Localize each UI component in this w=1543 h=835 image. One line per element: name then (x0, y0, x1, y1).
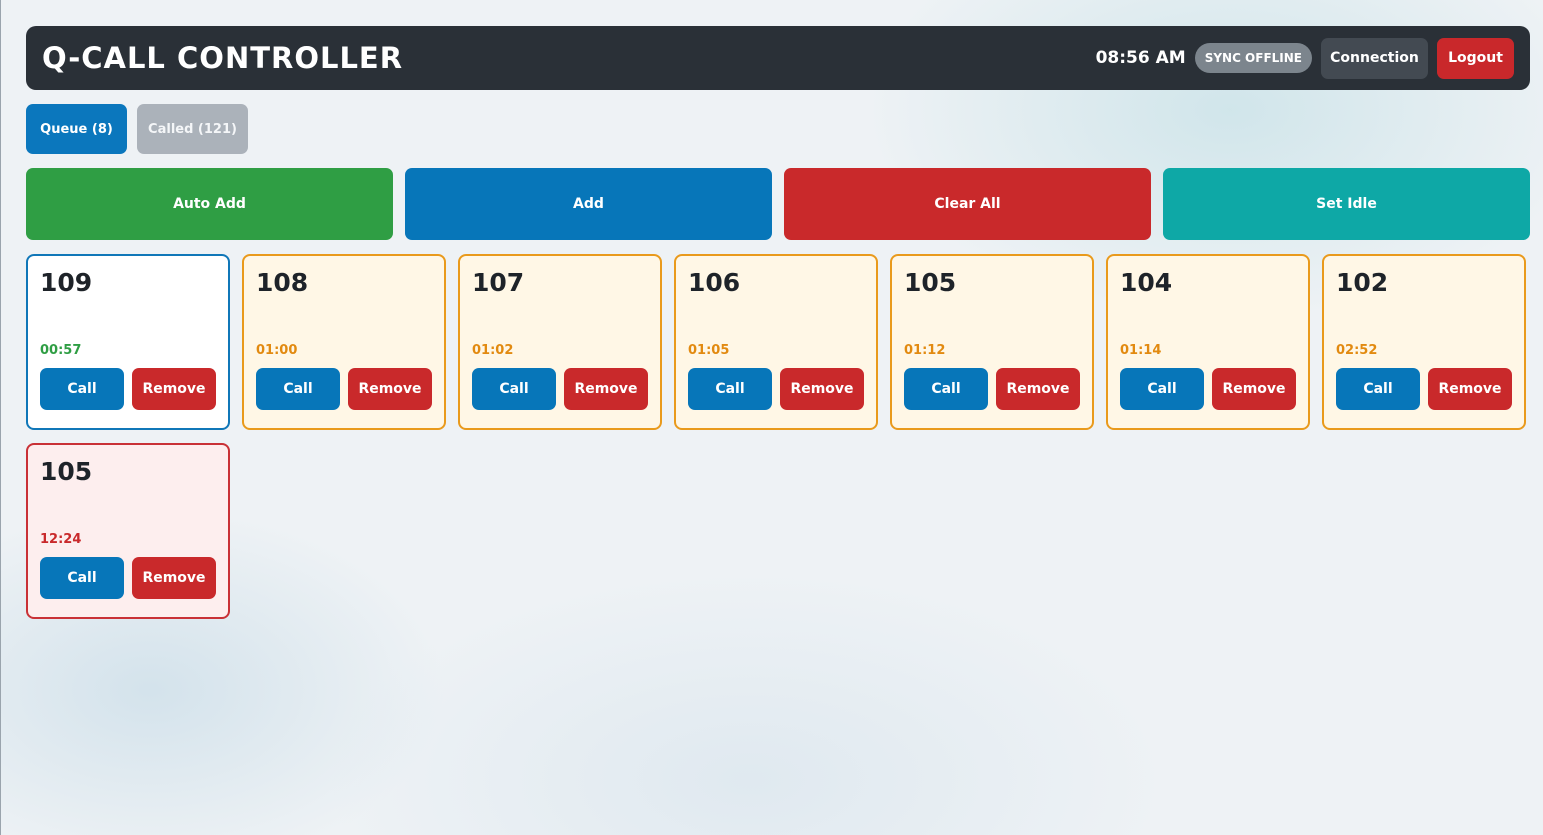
queue-card: 106 01:05 Call Remove (674, 254, 878, 430)
remove-button[interactable]: Remove (1212, 368, 1296, 410)
queue-card: 109 00:57 Call Remove (26, 254, 230, 430)
wait-time: 01:02 (472, 343, 514, 358)
clear-all-button[interactable]: Clear All (784, 168, 1151, 240)
queue-card: 105 12:24 Call Remove (26, 443, 230, 619)
card-actions: Call Remove (688, 368, 864, 410)
card-actions: Call Remove (904, 368, 1080, 410)
queue-card: 107 01:02 Call Remove (458, 254, 662, 430)
ticket-number: 102 (1336, 268, 1389, 297)
ticket-number: 104 (1120, 268, 1173, 297)
ticket-number: 109 (40, 268, 93, 297)
call-button[interactable]: Call (1336, 368, 1420, 410)
wait-time: 01:00 (256, 343, 298, 358)
wait-time: 02:52 (1336, 343, 1378, 358)
clock: 08:56 AM (1095, 48, 1186, 68)
wait-time: 01:14 (1120, 343, 1162, 358)
auto-add-button[interactable]: Auto Add (26, 168, 393, 240)
set-idle-button[interactable]: Set Idle (1163, 168, 1530, 240)
wait-time: 01:12 (904, 343, 946, 358)
queue-card: 105 01:12 Call Remove (890, 254, 1094, 430)
app-header: Q-CALL CONTROLLER 08:56 AM SYNC OFFLINE … (26, 26, 1530, 90)
card-actions: Call Remove (1336, 368, 1512, 410)
tab-called[interactable]: Called (121) (137, 104, 248, 154)
queue-card: 104 01:14 Call Remove (1106, 254, 1310, 430)
ticket-number: 106 (688, 268, 741, 297)
remove-button[interactable]: Remove (1428, 368, 1512, 410)
card-actions: Call Remove (472, 368, 648, 410)
queue-card: 102 02:52 Call Remove (1322, 254, 1526, 430)
remove-button[interactable]: Remove (132, 368, 216, 410)
card-actions: Call Remove (256, 368, 432, 410)
sync-status-badge: SYNC OFFLINE (1194, 43, 1312, 73)
call-button[interactable]: Call (256, 368, 340, 410)
ticket-number: 108 (256, 268, 309, 297)
remove-button[interactable]: Remove (132, 557, 216, 599)
card-actions: Call Remove (40, 368, 216, 410)
ticket-number: 105 (904, 268, 957, 297)
view-tabs: Queue (8) Called (121) (26, 104, 248, 154)
action-bar: Auto Add Add Clear All Set Idle (26, 168, 1530, 240)
call-button[interactable]: Call (904, 368, 988, 410)
call-button[interactable]: Call (40, 557, 124, 599)
tab-queue[interactable]: Queue (8) (26, 104, 127, 154)
add-button[interactable]: Add (405, 168, 772, 240)
logout-button[interactable]: Logout (1437, 37, 1514, 79)
ticket-number: 107 (472, 268, 525, 297)
remove-button[interactable]: Remove (348, 368, 432, 410)
connection-button[interactable]: Connection (1321, 37, 1428, 79)
card-actions: Call Remove (40, 557, 216, 599)
wait-time: 12:24 (40, 532, 82, 547)
header-controls: 08:56 AM SYNC OFFLINE Connection Logout (1095, 37, 1514, 79)
call-button[interactable]: Call (688, 368, 772, 410)
call-button[interactable]: Call (472, 368, 556, 410)
remove-button[interactable]: Remove (996, 368, 1080, 410)
wait-time: 01:05 (688, 343, 730, 358)
remove-button[interactable]: Remove (564, 368, 648, 410)
queue-grid: 109 00:57 Call Remove 108 01:00 Call Rem… (26, 254, 1530, 619)
call-button[interactable]: Call (1120, 368, 1204, 410)
card-actions: Call Remove (1120, 368, 1296, 410)
app-title: Q-CALL CONTROLLER (42, 41, 404, 75)
call-button[interactable]: Call (40, 368, 124, 410)
queue-card: 108 01:00 Call Remove (242, 254, 446, 430)
wait-time: 00:57 (40, 343, 82, 358)
ticket-number: 105 (40, 457, 93, 486)
remove-button[interactable]: Remove (780, 368, 864, 410)
